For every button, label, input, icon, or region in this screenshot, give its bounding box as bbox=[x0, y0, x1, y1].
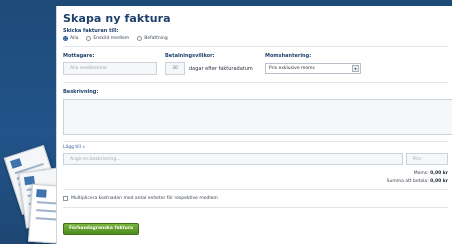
recipient-group: Mottagare: Alla medlemmar bbox=[63, 53, 161, 75]
description-label: Beskrivning: bbox=[63, 89, 99, 95]
radio-selected-icon bbox=[63, 36, 68, 41]
invoice-settings-row: Mottagare: Alla medlemmar Betalningsvill… bbox=[63, 53, 448, 75]
invoice-papers-illustration bbox=[0, 0, 70, 244]
recipient-input[interactable]: Alla medlemmar bbox=[63, 62, 157, 75]
preview-invoice-button[interactable]: Förhandsgranska faktura bbox=[63, 222, 140, 235]
payment-terms-group: Betalningsvillkor: 30 dagar efter faktur… bbox=[165, 53, 265, 75]
multiply-checkbox[interactable] bbox=[63, 196, 68, 201]
line-item-description-input[interactable]: Ange en beskrivning... bbox=[63, 153, 403, 165]
divider bbox=[63, 141, 448, 142]
multiply-label: Multiplicera kostnaden med antal enheter… bbox=[71, 196, 218, 201]
totals: Moms: 0,00 kr Summa att betala: 0,00 kr bbox=[63, 171, 448, 184]
vat-total-row: Moms: 0,00 kr bbox=[413, 171, 448, 176]
description-textarea[interactable] bbox=[63, 99, 452, 135]
radio-position[interactable]: Befattning bbox=[137, 36, 168, 41]
send-to-options: Alla Enskild medlem Befattning bbox=[63, 36, 448, 41]
divider bbox=[63, 189, 448, 190]
vat-group: Momshantering: Pris exklusive moms ▾ bbox=[265, 53, 365, 74]
page-title: Skapa ny faktura bbox=[63, 12, 171, 25]
radio-all[interactable]: Alla bbox=[63, 36, 78, 41]
divider bbox=[63, 207, 448, 208]
divider bbox=[63, 82, 448, 83]
radio-icon bbox=[86, 36, 92, 41]
payment-days-input[interactable]: 30 bbox=[165, 62, 185, 75]
payment-terms-label: Betalningsvillkor: bbox=[165, 53, 215, 59]
chevron-down-icon: ▾ bbox=[352, 65, 359, 72]
add-line-link[interactable]: Lägg till » bbox=[63, 145, 448, 150]
radio-single-member[interactable]: Enskild medlem bbox=[86, 36, 129, 41]
radio-icon bbox=[137, 36, 143, 41]
vat-select[interactable]: Pris exklusive moms ▾ bbox=[265, 63, 361, 74]
line-item-row: Ange en beskrivning... Pris bbox=[63, 153, 448, 165]
divider bbox=[63, 46, 448, 47]
create-invoice-panel: Skapa ny faktura Skicka fakturan till: A… bbox=[56, 6, 452, 244]
amount-due-row: Summa att betala: 0,00 kr bbox=[386, 179, 448, 184]
multiply-option: Multiplicera kostnaden med antal enheter… bbox=[63, 196, 448, 201]
payment-terms-suffix: dagar efter fakturadatum bbox=[189, 65, 253, 72]
recipient-label: Mottagare: bbox=[63, 53, 95, 59]
line-item-price-input[interactable]: Pris bbox=[405, 153, 448, 165]
vat-label: Momshantering: bbox=[265, 53, 312, 59]
send-to-label: Skicka fakturan till: bbox=[63, 28, 119, 34]
